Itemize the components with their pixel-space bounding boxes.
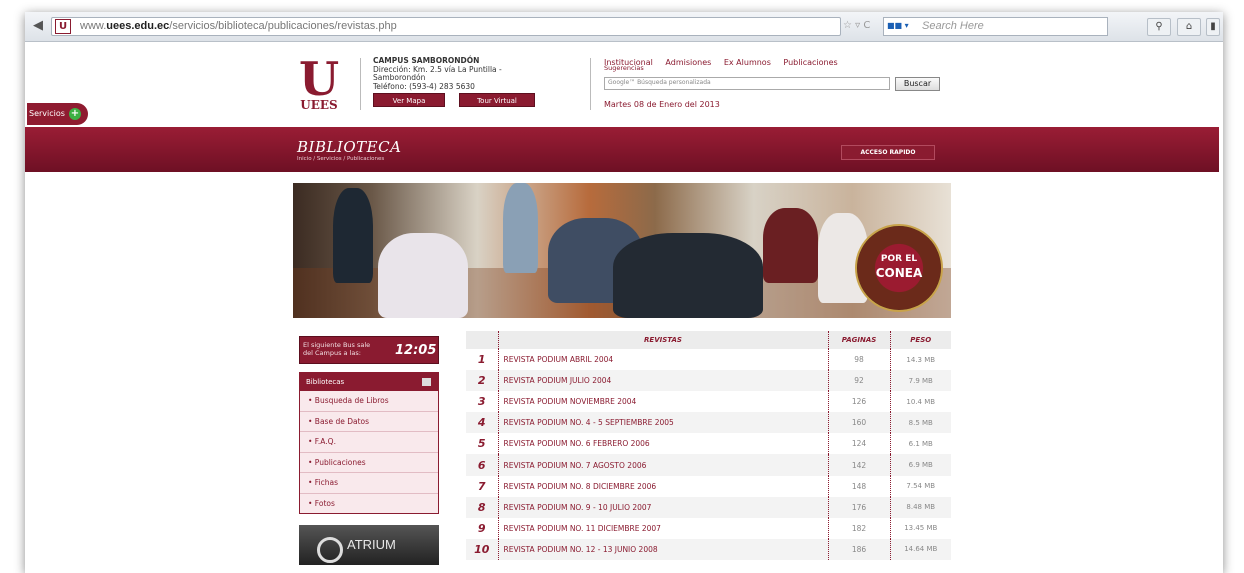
atrium-banner[interactable]: ATRIUM (299, 525, 439, 565)
site-favicon-icon: U (55, 19, 71, 34)
url-text: www.uees.edu.ec/servicios/biblioteca/pub… (80, 20, 397, 32)
revista-link[interactable]: REVISTA PODIUM JULIO 2004 (497, 370, 828, 392)
nav-publicaciones[interactable]: Publicaciones (783, 58, 837, 67)
servicios-tab[interactable]: Servicios + (27, 103, 88, 125)
menu-icon[interactable]: ▮ (1206, 18, 1220, 36)
conea-seal: POR EL CONEA (855, 224, 943, 312)
nav-ex-alumnos[interactable]: Ex Alumnos (724, 58, 771, 67)
site-search-input[interactable]: Google™ Búsqueda personalizada (604, 77, 890, 90)
buscar-button[interactable]: Buscar (895, 77, 940, 91)
plus-icon: + (69, 108, 81, 120)
revista-link[interactable]: REVISTA PODIUM NO. 6 FEBRERO 2006 (497, 433, 828, 455)
browser-search-box[interactable]: ■■ ▾ Search Here (883, 17, 1108, 36)
bus-schedule: El siguiente Bus sale del Campus a las: … (299, 336, 439, 364)
section-banner: BIBLIOTECA Inicio / Servicios / Publicac… (25, 127, 1219, 172)
revista-link[interactable]: REVISTA PODIUM NO. 11 DICIEMBRE 2007 (497, 517, 828, 539)
revista-link[interactable]: REVISTA PODIUM NO. 8 DICIEMBRE 2006 (497, 475, 828, 497)
table-row: 7 REVISTA PODIUM NO. 8 DICIEMBRE 2006 14… (466, 475, 951, 497)
col-revistas: REVISTAS (497, 331, 828, 349)
search-engine-icon[interactable]: ■■ ▾ (887, 21, 909, 30)
nav-sugerencias[interactable]: Sugerencias (604, 64, 644, 72)
ver-mapa-button[interactable]: Ver Mapa (373, 93, 445, 107)
photo-person (333, 188, 373, 283)
menu-item-publicaciones[interactable]: • Publicaciones (300, 453, 438, 473)
revista-link[interactable]: REVISTA PODIUM ABRIL 2004 (497, 349, 828, 371)
browser-toolbar: ◀ U www.uees.edu.ec/servicios/biblioteca… (25, 12, 1223, 42)
atrium-logo-icon (317, 537, 343, 563)
col-paginas: PAGINAS (827, 331, 890, 349)
table-row: 4 REVISTA PODIUM NO. 4 - 5 SEPTIEMBRE 20… (466, 412, 951, 434)
table-header-row: REVISTAS PAGINAS PESO (466, 331, 951, 349)
bibliotecas-menu: Bibliotecas • Busqueda de Libros • Base … (299, 372, 439, 514)
table-row: 3 REVISTA PODIUM NOVIEMBRE 2004 126 10.4… (466, 391, 951, 413)
revista-link[interactable]: REVISTA PODIUM NO. 7 AGOSTO 2006 (497, 454, 828, 476)
books-icon (422, 378, 431, 386)
bibliotecas-header: Bibliotecas (300, 373, 438, 391)
photo-person (763, 208, 818, 283)
table-row: 6 REVISTA PODIUM NO. 7 AGOSTO 2006 142 6… (466, 454, 951, 476)
menu-item-base-datos[interactable]: • Base de Datos (300, 412, 438, 432)
table-row: 1 REVISTA PODIUM ABRIL 2004 98 14.3 MB (466, 349, 951, 371)
menu-item-busqueda-libros[interactable]: • Busqueda de Libros (300, 391, 438, 412)
tour-virtual-button[interactable]: Tour Virtual (459, 93, 535, 107)
photo-person (503, 183, 538, 273)
revista-link[interactable]: REVISTA PODIUM NOVIEMBRE 2004 (497, 391, 828, 413)
table-row: 10 REVISTA PODIUM NO. 12 - 13 JUNIO 2008… (466, 538, 951, 560)
library-photo (293, 183, 951, 318)
bus-time: 12:05 (395, 343, 437, 358)
revista-link[interactable]: REVISTA PODIUM NO. 9 - 10 JULIO 2007 (497, 496, 828, 518)
uees-logo[interactable]: U UEES (295, 52, 343, 112)
photo-person (378, 233, 468, 318)
table-row: 5 REVISTA PODIUM NO. 6 FEBRERO 2006 124 … (466, 433, 951, 455)
header-divider (360, 58, 361, 110)
table-row: 8 REVISTA PODIUM NO. 9 - 10 JULIO 2007 1… (466, 496, 951, 518)
revistas-table: REVISTAS PAGINAS PESO 1 REVISTA PODIUM A… (466, 331, 951, 560)
back-icon[interactable]: ◀ (27, 17, 49, 35)
current-date: Martes 08 de Enero del 2013 (604, 100, 720, 109)
logo-u-mark: U (298, 52, 340, 106)
menu-item-faq[interactable]: • F.A.Q. (300, 432, 438, 453)
home-icon[interactable]: ⌂ (1177, 18, 1201, 36)
campus-info: CAMPUS SAMBORONDÓN Dirección: Km. 2.5 ví… (373, 56, 502, 91)
bookmark-star-icon[interactable]: ☆ ▿ C (843, 20, 870, 31)
page-title: BIBLIOTECA (297, 138, 402, 156)
breadcrumb[interactable]: Inicio / Servicios / Publicaciones (297, 156, 384, 162)
revista-link[interactable]: REVISTA PODIUM NO. 12 - 13 JUNIO 2008 (497, 538, 828, 560)
header-divider-2 (590, 58, 591, 110)
col-peso: PESO (889, 331, 951, 349)
table-row: 9 REVISTA PODIUM NO. 11 DICIEMBRE 2007 1… (466, 517, 951, 539)
acceso-rapido-button[interactable]: ACCESO RAPIDO (841, 145, 935, 160)
menu-item-fichas[interactable]: • Fichas (300, 473, 438, 494)
menu-item-fotos[interactable]: • Fotos (300, 494, 438, 515)
revista-link[interactable]: REVISTA PODIUM NO. 4 - 5 SEPTIEMBRE 2005 (497, 412, 828, 434)
col-number (466, 331, 498, 349)
table-row: 2 REVISTA PODIUM JULIO 2004 92 7.9 MB (466, 370, 951, 392)
tools-icon[interactable]: ⚲ (1147, 18, 1171, 36)
photo-person (613, 233, 763, 318)
nav-admisiones[interactable]: Admisiones (665, 58, 711, 67)
address-bar[interactable]: U www.uees.edu.ec/servicios/biblioteca/p… (51, 17, 841, 36)
